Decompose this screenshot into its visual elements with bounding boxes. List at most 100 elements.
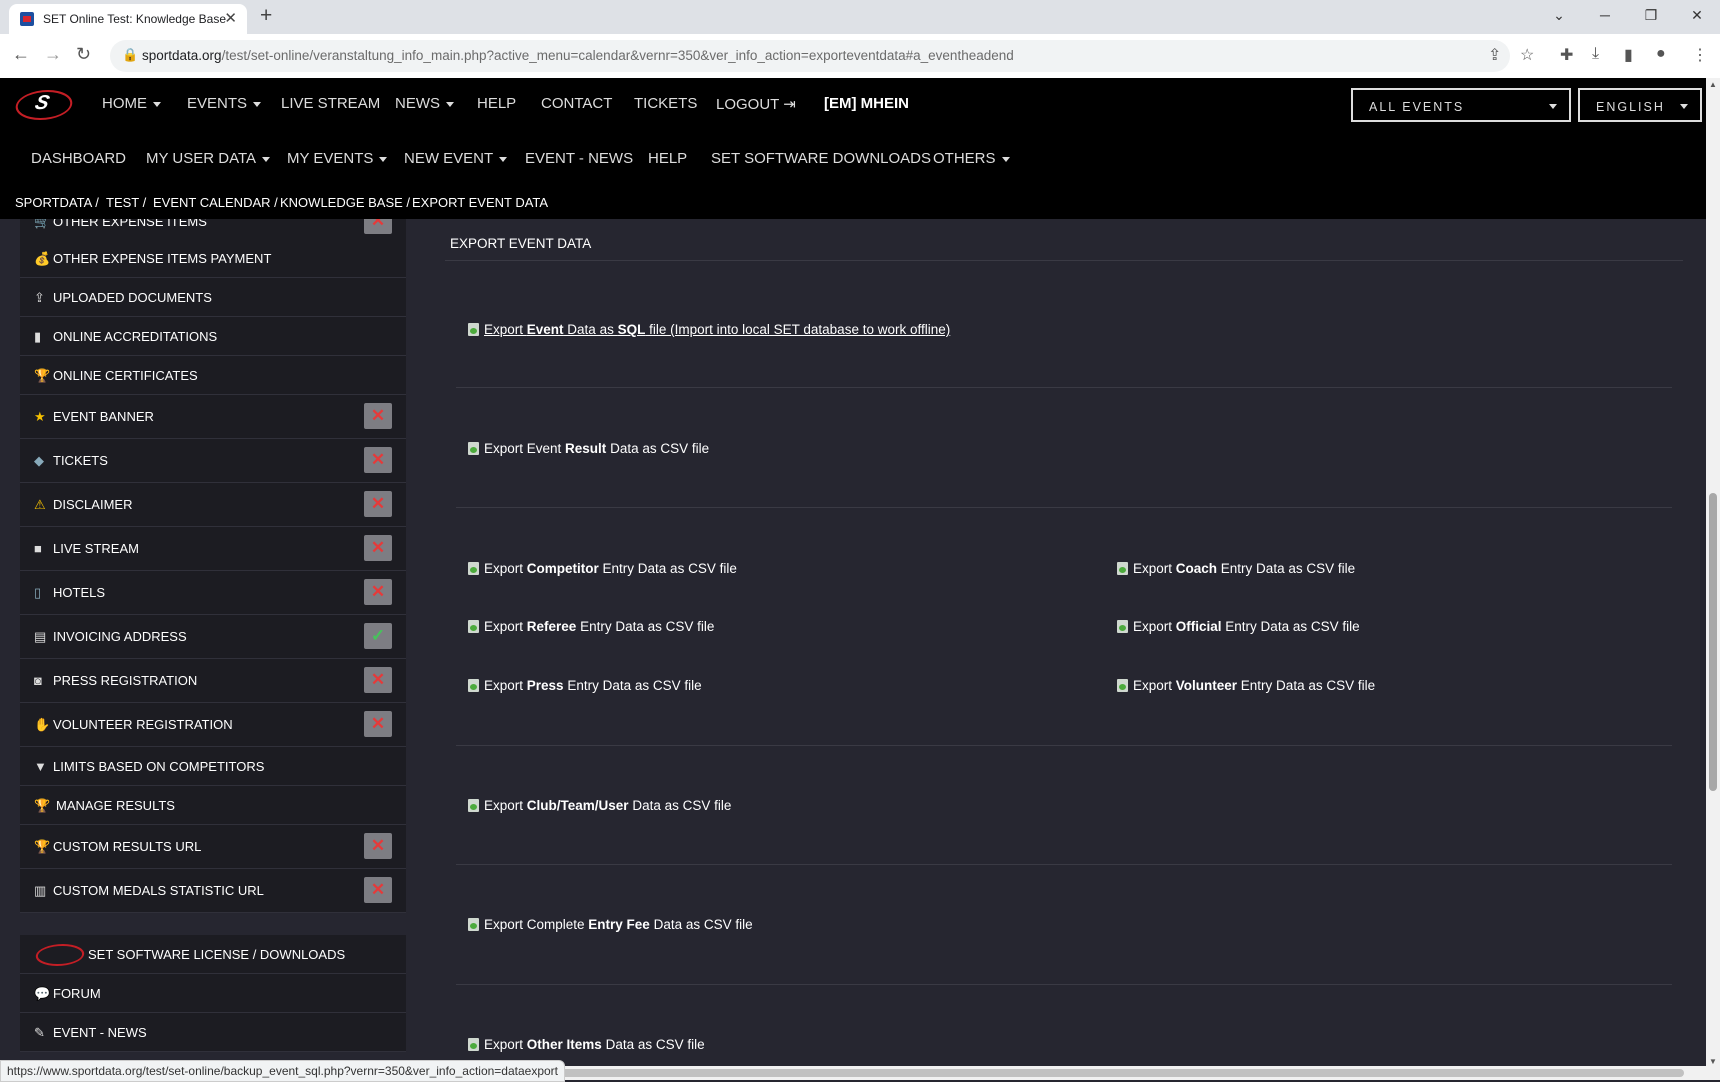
link-bold-text: Press — [526, 678, 564, 693]
scroll-up-icon[interactable]: ▲ — [1709, 80, 1717, 89]
side-panel-icon[interactable]: ▮ — [1624, 45, 1633, 65]
database-export-icon — [468, 799, 479, 812]
share-icon[interactable]: ⇪ — [1488, 45, 1501, 65]
export-entry-fee-link[interactable]: Export Complete Entry Fee Data as CSV fi… — [468, 917, 753, 932]
sidebar-item-custom-results-url[interactable]: 🏆 CUSTOM RESULTS URL ✕ — [20, 825, 406, 869]
forum-icon: 💬 — [34, 986, 51, 1001]
export-press-link[interactable]: Export Press Entry Data as CSV file — [468, 678, 702, 693]
sidebar-item-set-software-license[interactable]: SET SOFTWARE LICENSE / DOWNLOADS — [20, 935, 406, 974]
nav-help-2[interactable]: HELP — [648, 150, 687, 167]
export-official-link[interactable]: Export Official Entry Data as CSV file — [1117, 619, 1360, 634]
restore-icon[interactable]: ❐ — [1628, 0, 1674, 30]
breadcrumb-export-event-data: EXPORT EVENT DATA — [412, 195, 549, 210]
breadcrumb-test[interactable]: TEST / — [106, 195, 146, 210]
tab-search-icon[interactable]: ⌄ — [1536, 0, 1582, 30]
section-divider — [456, 745, 1672, 746]
site-favicon-icon — [20, 12, 34, 26]
nav-live-stream[interactable]: LIVE STREAM — [281, 95, 380, 112]
sidebar-item-online-accreditations[interactable]: ▮ ONLINE ACCREDITATIONS — [20, 317, 406, 356]
nav-events[interactable]: EVENTS — [187, 95, 261, 112]
export-event-result-link[interactable]: Export Event Result Data as CSV file — [468, 441, 709, 456]
new-tab-icon[interactable]: + — [260, 4, 272, 28]
nav-logout[interactable]: LOGOUT ⇥ — [716, 95, 796, 113]
nav-others[interactable]: OTHERS — [933, 150, 1010, 167]
events-select[interactable]: ALL EVENTS — [1351, 88, 1571, 122]
breadcrumb-sportdata[interactable]: SPORTDATA / — [15, 195, 99, 210]
sidebar-item-uploaded-documents[interactable]: ⇪ UPLOADED DOCUMENTS — [20, 278, 406, 317]
link-text: Export — [484, 1037, 527, 1052]
breadcrumb-knowledge-base[interactable]: KNOWLEDGE BASE / — [280, 195, 410, 210]
export-referee-link[interactable]: Export Referee Entry Data as CSV file — [468, 619, 714, 634]
nav-tickets[interactable]: TICKETS — [634, 95, 697, 112]
sidebar-item-label: LIMITS BASED ON COMPETITORS — [53, 759, 265, 774]
nav-event-news[interactable]: EVENT - NEWS — [525, 150, 633, 167]
sidebar-item-volunteer-registration[interactable]: ✋ VOLUNTEER REGISTRATION ✕ — [20, 703, 406, 747]
sidebar-item-hotels[interactable]: ▯ HOTELS ✕ — [20, 571, 406, 615]
scrollbar-thumb[interactable] — [1709, 493, 1717, 791]
nav-user-name[interactable]: [EM] MHEIN — [824, 95, 909, 112]
link-text: Export — [1133, 561, 1176, 576]
language-select[interactable]: ENGLISH — [1578, 88, 1702, 122]
close-tab-icon[interactable]: ✕ — [224, 9, 237, 27]
badge-icon: ▮ — [34, 329, 42, 344]
bar-chart-icon: ▥ — [34, 883, 47, 898]
sidebar-item-label: VOLUNTEER REGISTRATION — [53, 717, 233, 732]
reload-icon[interactable]: ↻ — [76, 44, 91, 65]
sidebar-item-label: HOTELS — [53, 585, 106, 600]
menu-kebab-icon[interactable]: ⋮ — [1692, 45, 1708, 65]
minimize-icon[interactable]: ─ — [1582, 0, 1628, 30]
scroll-down-icon[interactable]: ▼ — [1709, 1057, 1717, 1066]
sidebar-item-label: SET SOFTWARE LICENSE / DOWNLOADS — [88, 947, 346, 962]
export-other-items-link[interactable]: Export Other Items Data as CSV file — [468, 1037, 705, 1052]
main-navigation: S HOME EVENTS LIVE STREAM NEWS HELP CONT… — [0, 78, 1706, 133]
vertical-scrollbar[interactable]: ▲ ▼ — [1706, 78, 1720, 1068]
link-bold-text: Competitor — [526, 561, 599, 576]
sidebar-item-press-registration[interactable]: ◙ PRESS REGISTRATION ✕ — [20, 659, 406, 703]
sidebar-item-forum[interactable]: 💬 FORUM — [20, 974, 406, 1013]
sidebar-item-custom-medals-statistic-url[interactable]: ▥ CUSTOM MEDALS STATISTIC URL ✕ — [20, 869, 406, 913]
nav-my-user-data[interactable]: MY USER DATA — [146, 150, 270, 167]
database-export-icon — [1117, 679, 1128, 692]
sidebar-item-online-certificates[interactable]: 🏆 ONLINE CERTIFICATES — [20, 356, 406, 395]
link-text: Export — [484, 561, 527, 576]
bookmark-star-icon[interactable]: ☆ — [1520, 45, 1534, 65]
sidebar-item-other-expense-items-payment[interactable]: 💰 OTHER EXPENSE ITEMS PAYMENT — [20, 239, 406, 278]
forward-icon[interactable]: → — [44, 44, 62, 65]
export-competitor-link[interactable]: Export Competitor Entry Data as CSV file — [468, 561, 737, 576]
extensions-icon[interactable]: ✚ — [1560, 45, 1573, 65]
breadcrumb-event-calendar[interactable]: EVENT CALENDAR / — [153, 195, 278, 210]
database-export-icon — [468, 562, 479, 575]
nav-help[interactable]: HELP — [477, 95, 516, 112]
nav-contact[interactable]: CONTACT — [541, 95, 612, 112]
nav-home[interactable]: HOME — [102, 95, 161, 112]
export-club-team-user-link[interactable]: Export Club/Team/User Data as CSV file — [468, 798, 731, 813]
download-icon[interactable]: ⤓ — [1592, 45, 1599, 63]
sidebar-item-other-expense-items[interactable]: 🛒 OTHER EXPENSE ITEMS ✕ — [20, 219, 406, 240]
address-bar[interactable]: 🔒 sportdata.org/test/set-online/veransta… — [110, 40, 1510, 72]
export-coach-link[interactable]: Export Coach Entry Data as CSV file — [1117, 561, 1355, 576]
sidebar-item-event-news[interactable]: ✎ EVENT - NEWS — [20, 1013, 406, 1052]
nav-news[interactable]: NEWS — [395, 95, 454, 112]
nav-set-software-downloads[interactable]: SET SOFTWARE DOWNLOADS — [711, 150, 931, 167]
sidebar-item-limits-based-on-competitors[interactable]: ▼ LIMITS BASED ON COMPETITORS — [20, 747, 406, 786]
sidebar-item-disclaimer[interactable]: ⚠ DISCLAIMER ✕ — [20, 483, 406, 527]
sidebar-item-event-banner[interactable]: ★ EVENT BANNER ✕ — [20, 395, 406, 439]
close-window-icon[interactable]: ✕ — [1674, 0, 1720, 30]
link-text: Entry Data as CSV file — [576, 619, 715, 634]
profile-avatar-icon[interactable]: ● — [1656, 45, 1666, 63]
nav-dashboard[interactable]: DASHBOARD — [31, 150, 126, 167]
sidebar-item-manage-results[interactable]: 🏆 MANAGE RESULTS — [20, 786, 406, 825]
export-event-sql-link[interactable]: Export Event Data as SQL file (Import in… — [468, 322, 950, 337]
nav-my-events[interactable]: MY EVENTS — [287, 150, 387, 167]
link-bold-text: Volunteer — [1175, 678, 1238, 693]
sidebar-item-live-stream[interactable]: ■ LIVE STREAM ✕ — [20, 527, 406, 571]
export-volunteer-link[interactable]: Export Volunteer Entry Data as CSV file — [1117, 678, 1375, 693]
back-icon[interactable]: ← — [12, 44, 30, 65]
sidebar-item-label: EVENT BANNER — [53, 409, 154, 424]
status-not-set-icon: ✕ — [364, 877, 392, 903]
sidebar-item-invoicing-address[interactable]: ▤ INVOICING ADDRESS ✓ — [20, 615, 406, 659]
browser-tab[interactable]: SET Online Test: Knowledge Base ✕ — [9, 4, 247, 34]
sidebar-item-tickets[interactable]: ◆ TICKETS ✕ — [20, 439, 406, 483]
sportdata-logo-icon[interactable]: S — [11, 90, 77, 120]
nav-new-event[interactable]: NEW EVENT — [404, 150, 507, 167]
